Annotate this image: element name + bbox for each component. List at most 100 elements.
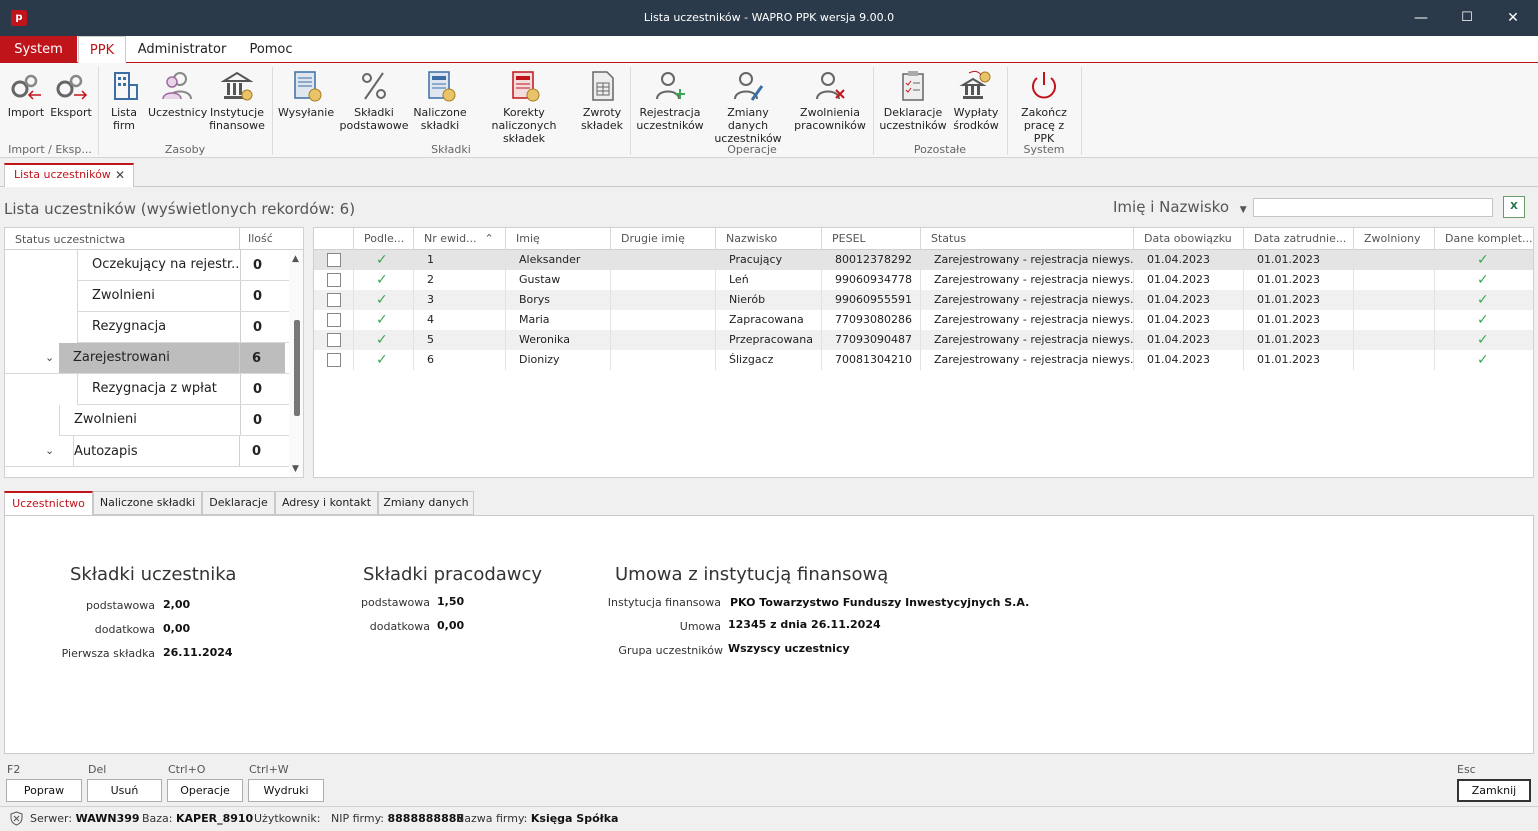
status-row[interactable]: Zwolnieni 0 — [59, 405, 289, 436]
scroll-thumb[interactable] — [294, 320, 300, 416]
cell-status: Zarejestrowany - rejestracja niewys... — [921, 330, 1134, 350]
menu-administrator[interactable]: Administrator — [130, 36, 234, 63]
korekty-naliczonych-skladek-button[interactable]: Korekty naliczonych składek — [472, 69, 576, 145]
uczestnicy-button[interactable]: Uczestnicy — [148, 69, 207, 119]
search-input[interactable] — [1253, 198, 1493, 217]
import-button[interactable]: Import — [6, 69, 46, 119]
maximize-icon[interactable]: ☐ — [1444, 0, 1490, 36]
row-checkbox[interactable] — [327, 313, 341, 327]
cell-nr: 5 — [414, 330, 506, 350]
column-header-dane-kompletne[interactable]: Dane komplet... — [1435, 228, 1533, 250]
check-icon: ✓ — [1477, 312, 1489, 328]
bank-icon — [220, 71, 254, 101]
zamknij-button[interactable]: Zamknij — [1457, 779, 1531, 802]
zwolnienia-pracownikow-button[interactable]: Zwolnienia pracowników — [792, 69, 868, 132]
ribbon-separator — [98, 67, 99, 155]
wyplaty-srodkow-button[interactable]: Wypłaty środków — [950, 69, 1002, 132]
search-field-dropdown[interactable]: Imię i Nazwisko ▼ — [1113, 198, 1247, 216]
row-checkbox[interactable] — [327, 353, 341, 367]
status-panel: Status uczestnictwa Ilość Oczekujący na … — [4, 227, 304, 478]
column-header-imie[interactable]: Imię — [506, 228, 611, 250]
cell-pesel: 77093080286 — [822, 310, 921, 330]
instytucje-finansowe-button[interactable]: Instytucje finansowe — [208, 69, 266, 132]
skladki-podstawowe-button[interactable]: Składki podstawowe — [338, 69, 410, 132]
pracodawca-podstawowa-value: 1,50 — [437, 595, 465, 608]
umowa-value: 12345 z dnia 26.11.2024 — [728, 618, 881, 631]
popraw-button[interactable]: Popraw — [6, 779, 82, 802]
minimize-icon[interactable]: — — [1398, 0, 1444, 36]
tab-naliczone-skladki[interactable]: Naliczone składki — [93, 491, 202, 515]
cell-nr: 6 — [414, 350, 506, 370]
column-header-pesel[interactable]: PESEL — [822, 228, 921, 250]
check-icon: ✓ — [376, 252, 388, 268]
table-row[interactable]: ✓ 2 Gustaw Leń 99060934778 Zarejestrowany - r… — [314, 270, 1533, 290]
tab-uczestnictwo[interactable]: Uczestnictwo — [4, 491, 93, 516]
status-scrollbar[interactable]: ▲ ▼ — [289, 250, 303, 477]
scroll-down-icon[interactable]: ▼ — [292, 464, 299, 474]
tab-zmiany-danych[interactable]: Zmiany danych — [378, 491, 474, 515]
menu-ppk[interactable]: PPK — [78, 36, 126, 63]
row-checkbox[interactable] — [327, 273, 341, 287]
status-row[interactable]: Rezygnacja z wpłat 0 — [77, 374, 289, 405]
wysylanie-button[interactable]: Wysyłanie — [278, 69, 334, 119]
rejestracja-uczestnikow-button[interactable]: Rejestracja uczestników — [636, 69, 704, 132]
column-header-nazwisko[interactable]: Nazwisko — [716, 228, 822, 250]
export-button[interactable]: Eksport — [50, 69, 92, 119]
status-row-zarejestrowani[interactable]: ⌄ Zarejestrowani 6 — [5, 343, 289, 374]
section-title-umowa: Umowa z instytucją finansową — [615, 564, 889, 585]
menu-pomoc[interactable]: Pomoc — [240, 36, 302, 63]
check-icon: ✓ — [376, 292, 388, 308]
usun-button[interactable]: Usuń — [87, 779, 162, 802]
status-bar: Serwer: WAWN399 Baza: KAPER_8910 Użytkow… — [0, 806, 1538, 831]
table-row[interactable]: ✓ 1 Aleksander Pracujący 80012378292 Zarejest… — [314, 250, 1533, 270]
cell-nazwisko: Ślizgacz — [716, 350, 822, 370]
tab-adresy-i-kontakt[interactable]: Adresy i kontakt — [275, 491, 378, 515]
column-header-drugie-imie[interactable]: Drugie imię — [611, 228, 716, 250]
cell-zatr: 01.01.2023 — [1244, 310, 1354, 330]
excel-export-icon[interactable]: X — [1503, 196, 1525, 218]
cell-nr: 2 — [414, 270, 506, 290]
operacje-button[interactable]: Operacje — [167, 779, 243, 802]
tab-lista-uczestnikow[interactable]: Lista uczestników ✕ — [4, 163, 134, 187]
table-row[interactable]: ✓ 3 Borys Nierób 99060955591 Zarejestrowany -… — [314, 290, 1533, 310]
chevron-down-icon[interactable]: ⌄ — [45, 444, 54, 457]
cell-drugie — [611, 270, 716, 290]
column-header-podlega[interactable]: Podle... — [354, 228, 414, 250]
menu-system[interactable]: System — [0, 36, 77, 63]
column-header-data-obowiazku[interactable]: Data obowiązku — [1134, 228, 1244, 250]
status-row-autozapis[interactable]: ⌄ Autozapis 0 — [5, 436, 289, 467]
table-row[interactable]: ✓ 5 Weronika Przepracowana 77093090487 Zareje… — [314, 330, 1533, 350]
lista-firm-button[interactable]: Lista firm — [104, 69, 144, 132]
nazwa-firmy-value: Księga Spółka — [530, 812, 619, 825]
row-checkbox[interactable] — [327, 253, 341, 267]
wydruki-button[interactable]: Wydruki — [248, 779, 324, 802]
naliczone-skladki-button[interactable]: Naliczone składki — [412, 69, 468, 132]
chevron-down-icon[interactable]: ⌄ — [45, 351, 54, 364]
status-row[interactable]: Oczekujący na rejestr... 0 — [77, 250, 289, 281]
scroll-up-icon[interactable]: ▲ — [292, 254, 299, 264]
deklaracje-uczestnikow-button[interactable]: Deklaracje uczestników — [878, 69, 948, 132]
user-remove-icon — [816, 72, 845, 100]
column-header-data-zatrudnienia[interactable]: Data zatrudnie... — [1244, 228, 1354, 250]
check-icon: ✓ — [1477, 252, 1489, 268]
tab-deklaracje[interactable]: Deklaracje — [202, 491, 275, 515]
document-table-icon — [592, 71, 614, 101]
detail-panel: Składki uczestnika podstawowa 2,00 dodat… — [4, 515, 1534, 754]
table-row[interactable]: ✓ 4 Maria Zapracowana 77093080286 Zarejestrow… — [314, 310, 1533, 330]
table-row[interactable]: ✓ 6 Dionizy Ślizgacz 70081304210 Zarejestrowa… — [314, 350, 1533, 370]
zakoncz-prace-button[interactable]: Zakończ pracę z PPK — [1012, 69, 1076, 145]
status-row[interactable]: Zwolnieni 0 — [77, 281, 289, 312]
column-header-status[interactable]: Status — [921, 228, 1134, 250]
zmiany-danych-uczestnikow-button[interactable]: Zmiany danych uczestników — [708, 69, 788, 145]
row-checkbox[interactable] — [327, 333, 341, 347]
bank-payout-icon — [959, 70, 991, 99]
close-icon[interactable]: ✕ — [1490, 0, 1536, 36]
cell-drugie — [611, 290, 716, 310]
zwroty-skladek-button[interactable]: Zwroty składek — [578, 69, 626, 132]
column-header-nr-ewid[interactable]: Nr ewid... ⌃ — [414, 228, 506, 250]
cell-nazwisko: Przepracowana — [716, 330, 822, 350]
row-checkbox[interactable] — [327, 293, 341, 307]
close-tab-icon[interactable]: ✕ — [115, 165, 125, 185]
status-row[interactable]: Rezygnacja 0 — [77, 312, 289, 343]
column-header-zwolniony[interactable]: Zwolniony — [1354, 228, 1435, 250]
